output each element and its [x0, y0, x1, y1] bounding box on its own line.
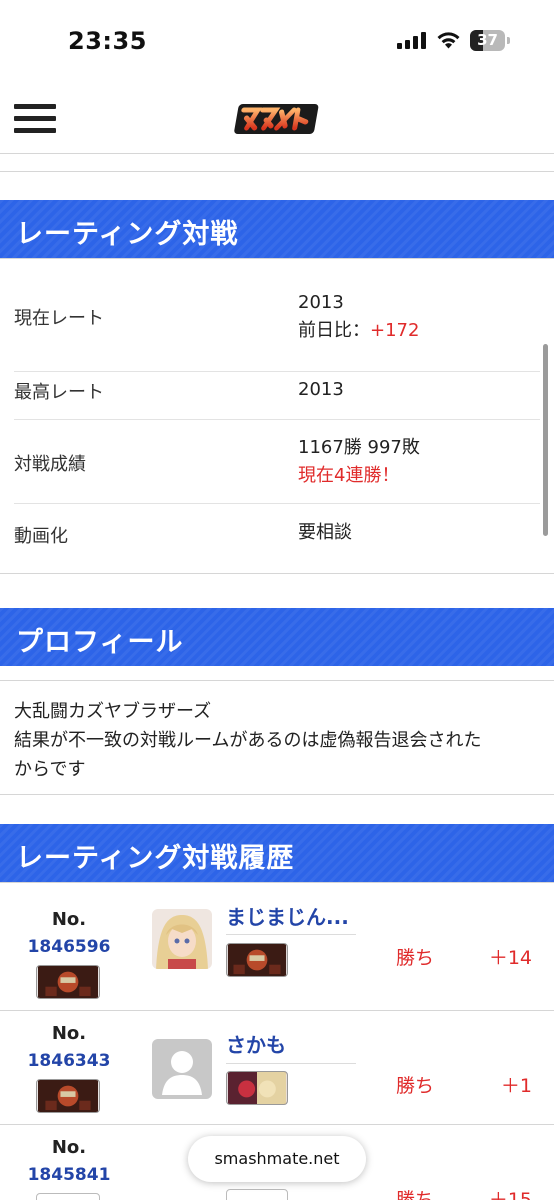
- url-bar[interactable]: smashmate.net: [188, 1136, 366, 1182]
- opponent-divider: [226, 934, 356, 935]
- ganondorf-character-icon: [226, 943, 288, 977]
- match-no-label: No.: [51, 1137, 87, 1158]
- rating-row-video: 動画化 要相談: [14, 504, 540, 562]
- rate-change: ＋14: [488, 947, 532, 969]
- rating-section-header: レーティング対戦: [0, 200, 554, 258]
- current-rate-label: 現在レート: [14, 308, 104, 329]
- hamburger-menu-icon[interactable]: [14, 104, 56, 134]
- ganondorf-character-icon: [36, 1079, 100, 1113]
- wifi-icon: [437, 32, 460, 49]
- rating-section-title: レーティング対戦: [16, 219, 239, 250]
- opponent-divider: [226, 1063, 356, 1064]
- opponent-name-link[interactable]: さかも: [226, 1029, 286, 1058]
- header-divider: [0, 154, 554, 172]
- match-row[interactable]: No. 1846596 まじまじん... 勝ち ＋14: [0, 897, 554, 1011]
- opponent-avatar[interactable]: [152, 909, 212, 969]
- match-id-link[interactable]: 1846343: [24, 1051, 114, 1071]
- cellular-signal-icon: [397, 32, 427, 49]
- max-rate-value: 2013: [298, 379, 344, 400]
- record-label: 対戦成績: [14, 454, 86, 475]
- record-value: 1167勝 997敗 現在4連勝！: [298, 434, 420, 490]
- battery-icon: 37: [470, 30, 510, 51]
- match-no-label: No.: [51, 909, 87, 930]
- profile-section-title: プロフィール: [16, 627, 184, 658]
- default-avatar-icon[interactable]: [152, 1039, 212, 1099]
- status-bar: 23:35 37: [0, 0, 554, 84]
- match-result: 勝ち: [396, 1189, 435, 1200]
- rate-change: ＋1: [500, 1075, 532, 1097]
- video-value: 要相談: [298, 522, 352, 543]
- rate-diff: +172: [370, 320, 420, 341]
- character-icon: [36, 1193, 100, 1200]
- status-time: 23:35: [68, 27, 147, 55]
- rating-row-record: 対戦成績 1167勝 997敗 現在4連勝！: [14, 420, 540, 504]
- ganondorf-character-icon: [36, 965, 100, 999]
- match-result: 勝ち: [396, 1075, 435, 1097]
- current-rate-value: 2013 前日比：+172: [298, 292, 420, 341]
- history-section-title: レーティング対戦履歴: [16, 843, 295, 874]
- profile-card: 大乱闘カズヤブラザーズ 結果が不一致の対戦ルームがあるのは虚偽報告退会された か…: [0, 680, 554, 795]
- win-streak: 現在4連勝！: [298, 465, 400, 486]
- match-id-link[interactable]: 1846596: [24, 937, 114, 957]
- opponent-name-link[interactable]: まじまじん...: [226, 901, 349, 930]
- match-id-link[interactable]: 1845841: [24, 1165, 114, 1185]
- profile-text: 大乱闘カズヤブラザーズ 結果が不一致の対戦ルームがあるのは虚偽報告退会された か…: [14, 701, 482, 780]
- match-no-label: No.: [51, 1023, 87, 1044]
- video-label: 動画化: [14, 526, 68, 547]
- profile-section-header: プロフィール: [0, 608, 554, 666]
- rating-table: 現在レート 2013 前日比：+172 最高レート 2013 対戦成績 1167…: [0, 258, 554, 574]
- pyra-mythra-character-icon: [226, 1071, 288, 1105]
- match-row[interactable]: No. 1846343 さかも 勝ち ＋1: [0, 1011, 554, 1125]
- battery-level: 37: [477, 31, 498, 49]
- scrollbar[interactable]: [543, 344, 548, 536]
- rating-row-max: 最高レート 2013: [14, 372, 540, 420]
- rate-change: ＋15: [488, 1189, 532, 1200]
- max-rate-label: 最高レート: [14, 382, 104, 403]
- character-icon: [226, 1189, 288, 1200]
- match-result: 勝ち: [396, 947, 435, 969]
- rating-row-current: 現在レート 2013 前日比：+172: [14, 273, 540, 372]
- history-section-header: レーティング対戦履歴: [0, 824, 554, 882]
- smashmate-logo[interactable]: [232, 98, 324, 140]
- site-header: [0, 84, 554, 154]
